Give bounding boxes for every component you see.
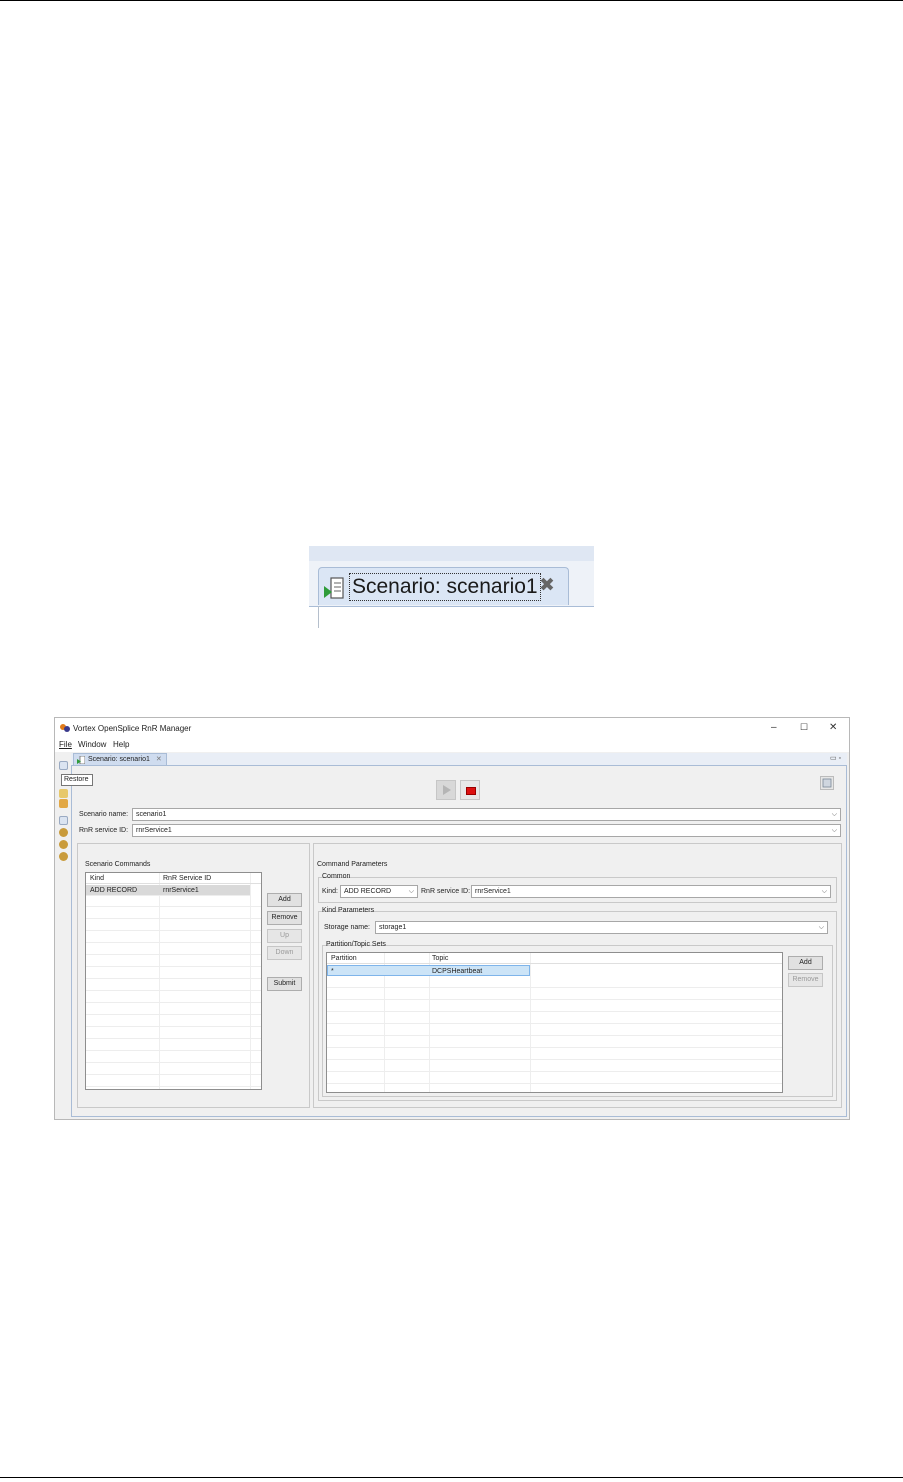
kind-select[interactable]: ADD RECORD ⌵ — [340, 885, 418, 898]
chevron-down-icon: ⌵ — [831, 827, 837, 834]
row-service: rnrService1 — [163, 887, 199, 894]
menu-file[interactable]: File — [59, 740, 72, 749]
save-icon — [822, 778, 832, 788]
scenario-commands-table[interactable]: Kind RnR Service ID ADD RECORD rnrServic… — [85, 872, 262, 1090]
scenario-name-label: Scenario name: — [79, 811, 129, 818]
save-scenario-button[interactable] — [820, 776, 834, 790]
chevron-down-icon: ⌵ — [408, 888, 414, 895]
move-up-button[interactable]: Up — [267, 929, 302, 943]
column-header-kind: Kind — [90, 875, 105, 882]
add-set-button[interactable]: Add — [788, 956, 823, 970]
play-icon — [443, 785, 451, 795]
kind-label: Kind: — [322, 888, 338, 895]
minimize-maximize-icon[interactable]: ▭ ▫ — [830, 754, 841, 762]
service-icon-2[interactable] — [59, 840, 68, 849]
partition-topic-title: Partition/Topic Sets — [326, 941, 386, 948]
maximize-button[interactable]: ☐ — [800, 722, 808, 733]
zoomed-tab-image: Scenario: scenario1 ✖ — [309, 546, 594, 628]
stop-icon — [466, 787, 476, 795]
perspective-bar — [57, 754, 69, 1114]
remove-set-button[interactable]: Remove — [788, 973, 823, 987]
row-partition: * — [331, 968, 334, 975]
page-top-rule — [0, 0, 903, 1]
scenario-name-value: scenario1 — [136, 811, 167, 818]
table-header: Kind RnR Service ID — [86, 873, 261, 884]
zoomed-tab-label: Scenario: scenario1 — [349, 573, 541, 601]
rnr-service-label: RnR service ID: — [79, 827, 129, 834]
table-row[interactable]: ADD RECORD rnrService1 — [86, 885, 250, 896]
remove-command-button[interactable]: Remove — [267, 911, 302, 925]
chevron-down-icon: ⌵ — [821, 888, 827, 895]
menu-window[interactable]: Window — [78, 740, 106, 749]
close-button[interactable]: ✕ — [829, 722, 837, 733]
close-icon[interactable]: ✖ — [539, 574, 555, 597]
submit-button[interactable]: Submit — [267, 977, 302, 991]
command-service-label: RnR service ID: — [421, 888, 471, 895]
menu-help[interactable]: Help — [113, 740, 129, 749]
row-kind: ADD RECORD — [90, 887, 138, 894]
title-bar: Vortex OpenSplice RnR Manager – ☐ ✕ — [55, 718, 849, 738]
copy-icon[interactable] — [59, 799, 68, 808]
tab-scenario1[interactable]: Scenario: scenario1 ✕ — [73, 753, 167, 765]
page-bottom-rule — [0, 1477, 903, 1478]
restore-icon[interactable] — [59, 761, 68, 770]
storage-name-label: Storage name: — [324, 924, 370, 931]
scenario-name-field[interactable]: scenario1 ⌵ — [132, 808, 841, 821]
tab-close-icon[interactable]: ✕ — [156, 756, 162, 763]
column-header-topic: Topic — [432, 955, 449, 962]
add-command-button[interactable]: Add — [267, 893, 302, 907]
app-window: Vortex OpenSplice RnR Manager – ☐ ✕ File… — [54, 717, 850, 1120]
scenario-tab-icon — [77, 756, 85, 764]
restore-tooltip: Restore — [61, 774, 93, 786]
table-header: Partition Topic — [327, 953, 782, 964]
editor-tab-strip: Scenario: scenario1 ✕ ▭ ▫ — [71, 753, 847, 765]
command-service-field[interactable]: rnrService1 ⌵ — [471, 885, 831, 898]
row-topic: DCPSHeartbeat — [432, 968, 483, 975]
chevron-down-icon: ⌵ — [831, 811, 837, 818]
app-logo-icon — [60, 724, 70, 732]
zoomed-editor-edge — [318, 606, 319, 628]
scenario-commands-title: Scenario Commands — [85, 861, 151, 868]
common-title: Common — [322, 873, 351, 880]
column-header-partition: Partition — [331, 955, 357, 962]
move-down-button[interactable]: Down — [267, 946, 302, 960]
minimize-button[interactable]: – — [771, 722, 777, 733]
zoomed-tab-underline — [309, 606, 594, 607]
window-title: Vortex OpenSplice RnR Manager — [73, 724, 192, 733]
partition-topic-table[interactable]: Partition Topic * DCPSHeartbeat — [326, 952, 783, 1093]
service-icon-3[interactable] — [59, 852, 68, 861]
storage-name-value: storage1 — [379, 924, 407, 931]
folder-icon[interactable] — [59, 789, 68, 798]
restore-icon-2[interactable] — [59, 816, 68, 825]
play-button[interactable] — [436, 780, 456, 800]
menu-bar: File Window Help — [55, 738, 849, 752]
kind-parameters-title: Kind Parameters — [322, 907, 375, 914]
service-icon-1[interactable] — [59, 828, 68, 837]
zoomed-title-bar — [309, 546, 594, 561]
chevron-down-icon: ⌵ — [818, 924, 824, 931]
command-parameters-title: Command Parameters — [317, 861, 388, 868]
kind-value: ADD RECORD — [344, 888, 392, 895]
stop-button[interactable] — [460, 780, 480, 800]
table-row[interactable]: * DCPSHeartbeat — [327, 965, 530, 976]
tab-label: Scenario: scenario1 — [88, 756, 150, 763]
column-header-service: RnR Service ID — [163, 875, 212, 882]
storage-name-field[interactable]: storage1 ⌵ — [375, 921, 828, 934]
scenario-icon — [324, 577, 344, 599]
command-service-value: rnrService1 — [475, 888, 511, 895]
rnr-service-value: rnrService1 — [136, 827, 172, 834]
rnr-service-field[interactable]: rnrService1 ⌵ — [132, 824, 841, 837]
scenario-editor: Scenario name: scenario1 ⌵ RnR service I… — [71, 765, 847, 1117]
